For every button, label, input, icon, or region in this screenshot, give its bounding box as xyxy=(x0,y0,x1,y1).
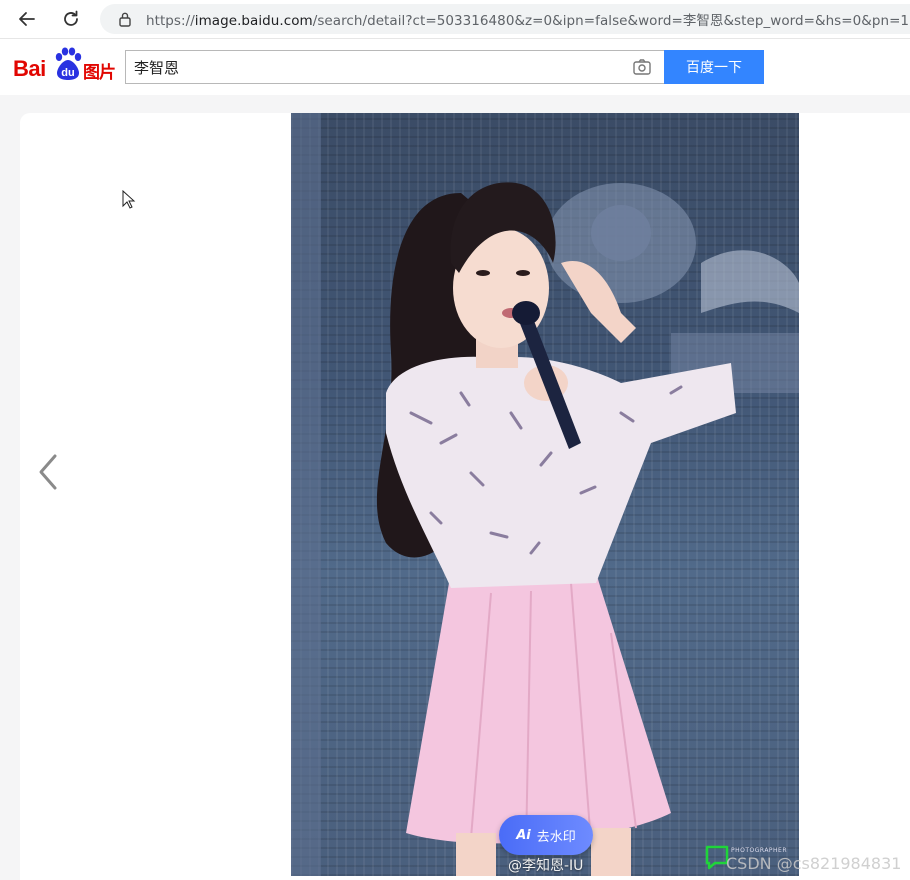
svg-text:du: du xyxy=(61,67,74,79)
mouse-cursor-icon xyxy=(122,189,136,214)
search-box xyxy=(125,50,665,84)
camera-icon[interactable] xyxy=(633,59,651,79)
photo-illustration xyxy=(291,113,799,876)
prev-image-arrow-icon[interactable] xyxy=(34,452,60,496)
address-bar[interactable]: https://image.baidu.com/search/detail?ct… xyxy=(100,4,910,34)
browser-toolbar: https://image.baidu.com/search/detail?ct… xyxy=(0,0,910,38)
paw-icon: du xyxy=(55,47,82,80)
remove-watermark-button[interactable]: Ai 去水印 xyxy=(499,815,593,855)
site-header: Bai du 图片 百度一下 xyxy=(0,38,910,95)
search-input[interactable] xyxy=(126,51,624,83)
url-text: https://image.baidu.com/search/detail?ct… xyxy=(146,13,910,29)
back-icon[interactable] xyxy=(14,6,40,32)
csdn-watermark: CSDN @cs821984831 xyxy=(726,854,902,873)
photographer-label: PHOTOGRAPHER xyxy=(731,847,788,854)
lock-icon[interactable] xyxy=(118,11,132,31)
photo-credit: @李知恩-IU xyxy=(508,858,584,874)
ai-icon: Ai xyxy=(516,827,531,843)
search-button[interactable]: 百度一下 xyxy=(664,50,764,84)
reload-icon[interactable] xyxy=(58,6,84,32)
baidu-logo[interactable]: Bai du 图片 xyxy=(13,47,117,83)
main-photo[interactable] xyxy=(291,113,799,876)
